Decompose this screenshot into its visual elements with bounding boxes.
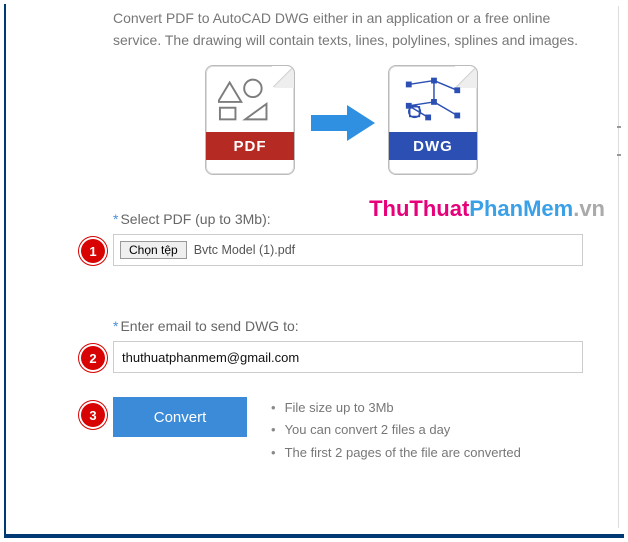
- email-label: *Enter email to send DWG to:: [113, 318, 628, 334]
- pdf-shapes-icon: [218, 76, 282, 122]
- email-label-text: Enter email to send DWG to:: [120, 318, 298, 334]
- step-enter-email: *Enter email to send DWG to: 2: [113, 318, 628, 373]
- dwg-shapes-icon: [401, 76, 465, 122]
- select-pdf-label: *Select PDF (up to 3Mb):: [113, 211, 628, 227]
- conversion-notes: File size up to 3Mb You can convert 2 fi…: [271, 397, 521, 463]
- note-item: You can convert 2 files a day: [271, 419, 521, 441]
- note-item: The first 2 pages of the file are conver…: [271, 442, 521, 464]
- dwg-document-icon: DWG: [388, 65, 478, 175]
- email-field[interactable]: [122, 350, 574, 365]
- choose-file-button[interactable]: Chọn tệp: [120, 241, 187, 259]
- pdf-badge: PDF: [206, 132, 294, 160]
- select-pdf-label-text: Select PDF (up to 3Mb):: [120, 211, 270, 227]
- step-select-pdf: *Select PDF (up to 3Mb): 1 Chọn tệp Bvtc…: [113, 211, 628, 266]
- dwg-badge: DWG: [389, 132, 477, 160]
- pdf-document-icon: PDF: [205, 65, 295, 175]
- convert-button[interactable]: Convert: [113, 397, 247, 437]
- step-convert: 3 Convert File size up to 3Mb You can co…: [113, 397, 628, 463]
- conversion-illustration: PDF DWG: [105, 65, 628, 185]
- file-input-row[interactable]: Chọn tệp Bvtc Model (1).pdf: [113, 234, 583, 266]
- email-input-row: [113, 341, 583, 373]
- selected-filename: Bvtc Model (1).pdf: [194, 243, 295, 257]
- arrow-right-icon: [309, 103, 377, 146]
- note-item: File size up to 3Mb: [271, 397, 521, 419]
